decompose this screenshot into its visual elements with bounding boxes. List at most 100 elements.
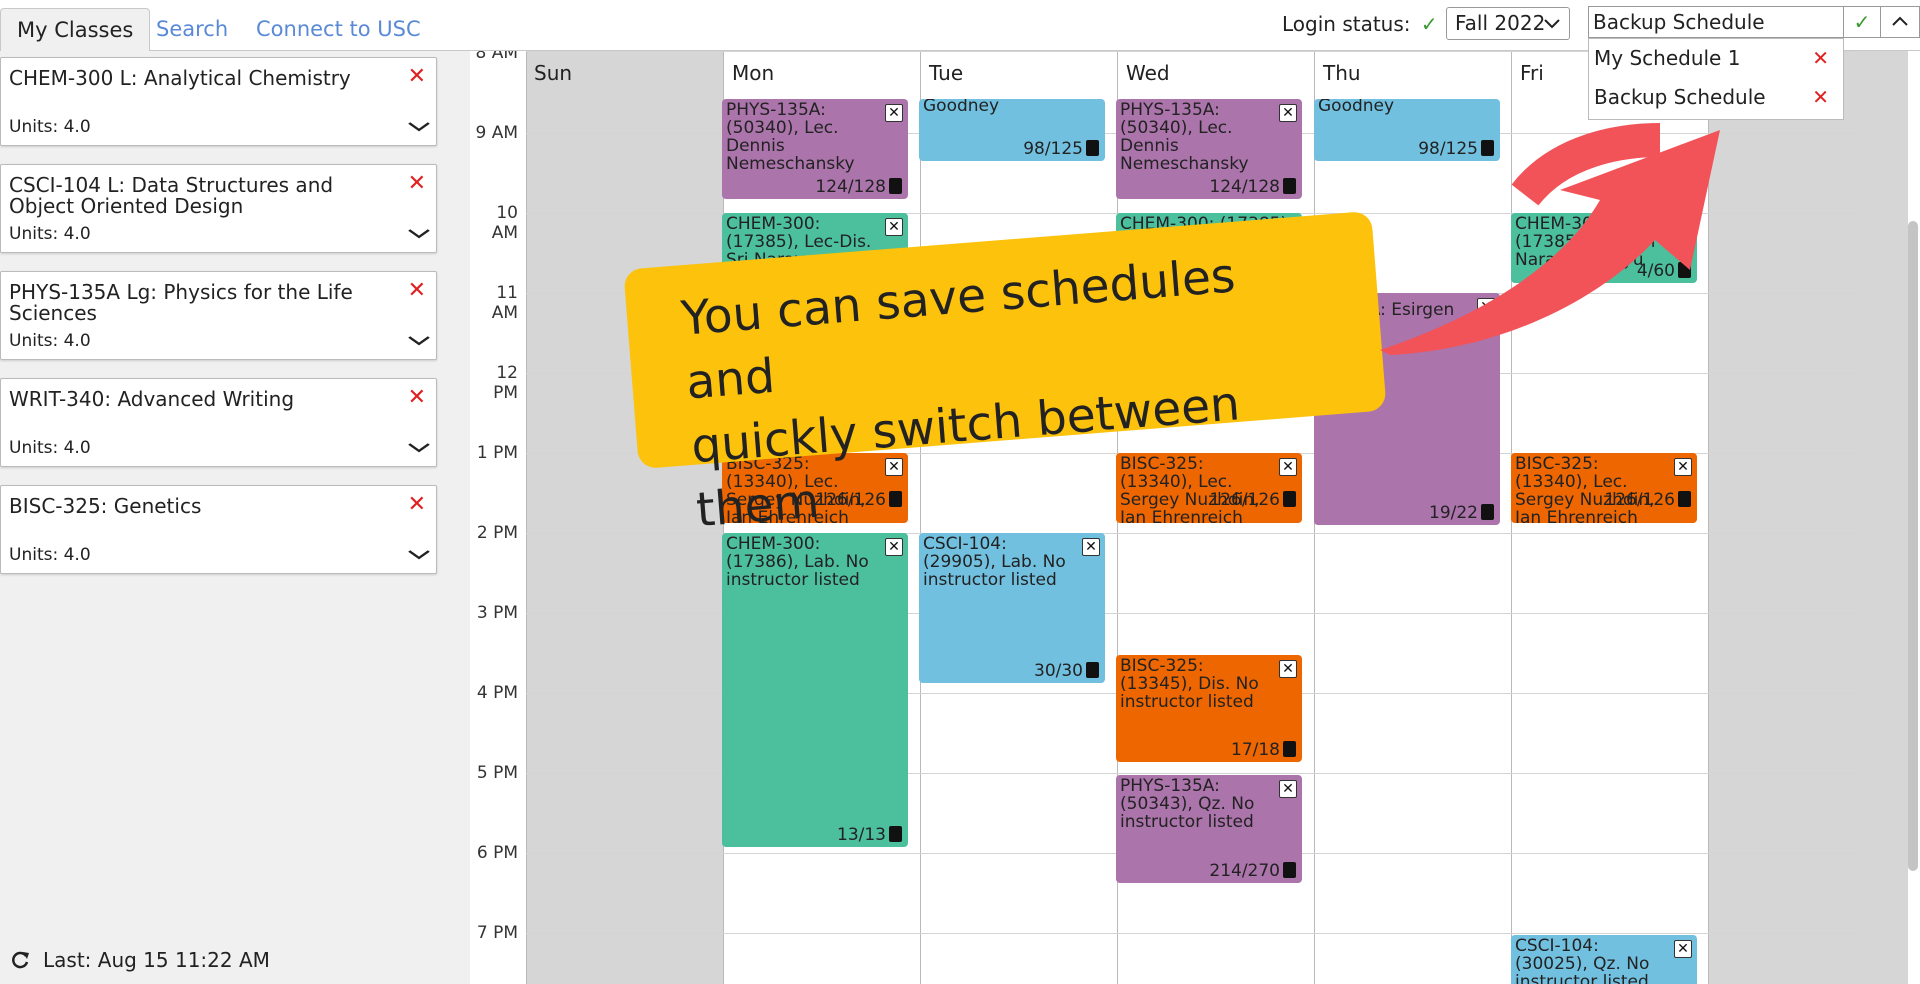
event-block[interactable]: PHYS-135A: (50340), Lec. Dennis Nemescha… bbox=[1116, 99, 1302, 199]
seat-count: 98/125 bbox=[1023, 140, 1099, 158]
last-sync-text: Last: Aug 15 11:22 AM bbox=[43, 948, 270, 972]
schedule-option-label: Backup Schedule bbox=[1594, 85, 1766, 109]
clipboard-check-icon bbox=[1283, 741, 1296, 757]
class-units: Units: 4.0 bbox=[9, 331, 91, 351]
chevron-down-icon[interactable] bbox=[408, 116, 430, 141]
hour-label: 3 PM bbox=[476, 603, 518, 623]
close-icon[interactable]: ✕ bbox=[1279, 104, 1297, 122]
close-icon[interactable]: ✕ bbox=[885, 218, 903, 236]
checkmark-icon[interactable]: ✓ bbox=[1844, 6, 1881, 38]
event-text: CSCI-104: (30025), Qz. No instructor lis… bbox=[1515, 936, 1650, 984]
close-icon[interactable]: ✕ bbox=[885, 104, 903, 122]
close-icon[interactable]: ✕ bbox=[408, 64, 426, 89]
close-icon[interactable]: ✕ bbox=[408, 492, 426, 517]
seat-count: 19/22 bbox=[1429, 504, 1494, 522]
hour-label: 8 AM bbox=[475, 51, 518, 63]
event-text: CHEM-300: (17386), Lab. No instructor li… bbox=[726, 534, 869, 590]
class-list-panel: CHEM-300 L: Analytical Chemistry ✕ Units… bbox=[0, 51, 470, 984]
checkmark-icon: ✓ bbox=[1420, 12, 1438, 36]
event-text: PHYS-135A: (50340), Lec. Dennis Nemescha… bbox=[1120, 100, 1249, 174]
chevron-down-icon[interactable] bbox=[408, 544, 430, 569]
seat-count: 30/30 bbox=[1034, 662, 1099, 680]
hour-label: 7 PM bbox=[476, 923, 518, 943]
seat-count: 98/125 bbox=[1418, 140, 1494, 158]
login-status-label: Login status: bbox=[1282, 12, 1411, 36]
clipboard-check-icon bbox=[1086, 140, 1099, 156]
schedule-option-label: My Schedule 1 bbox=[1594, 46, 1741, 70]
close-icon[interactable]: ✕ bbox=[408, 171, 426, 196]
clipboard-check-icon bbox=[1481, 140, 1494, 156]
schedule-option[interactable]: Backup Schedule ✕ bbox=[1589, 78, 1843, 117]
close-icon[interactable]: ✕ bbox=[408, 385, 426, 410]
class-title: WRIT-340: Advanced Writing bbox=[9, 387, 295, 411]
close-icon[interactable]: ✕ bbox=[1279, 780, 1297, 798]
hour-label: 5 PM bbox=[476, 763, 518, 783]
event-text: Goodney bbox=[1318, 99, 1395, 116]
tab-my-classes[interactable]: My Classes bbox=[0, 8, 151, 52]
refresh-icon[interactable] bbox=[10, 948, 37, 973]
close-icon[interactable]: ✕ bbox=[408, 278, 426, 303]
clipboard-check-icon bbox=[1283, 178, 1296, 194]
close-icon[interactable]: ✕ bbox=[1082, 538, 1100, 556]
class-title: BISC-325: Genetics bbox=[9, 494, 202, 518]
schedule-option[interactable]: My Schedule 1 ✕ bbox=[1589, 39, 1843, 78]
schedule-name-input[interactable]: Backup Schedule bbox=[1588, 6, 1844, 38]
class-card[interactable]: BISC-325: Genetics ✕ Units: 4.0 bbox=[0, 485, 437, 574]
last-sync: Last: Aug 15 11:22 AM bbox=[10, 948, 270, 973]
class-title: CHEM-300 L: Analytical Chemistry bbox=[9, 66, 351, 90]
login-status: Login status: ✓ bbox=[1282, 9, 1438, 39]
day-header-tue: Tue bbox=[929, 61, 964, 85]
close-icon[interactable]: ✕ bbox=[1812, 78, 1829, 117]
seat-count: 124/128 bbox=[815, 178, 902, 196]
close-icon[interactable]: ✕ bbox=[885, 538, 903, 556]
event-block[interactable]: CHEM-300: (17385), Lec. Sri Narayan, Ink… bbox=[1511, 213, 1697, 283]
day-header-fri: Fri bbox=[1520, 61, 1544, 85]
hour-label: 12 PM bbox=[493, 363, 518, 403]
event-text: CSCI-104: (29905), Lab. No instructor li… bbox=[923, 534, 1066, 590]
close-icon[interactable]: ✕ bbox=[1674, 940, 1692, 958]
event-block[interactable]: CSCI-104: (29905), Lab. No instructor li… bbox=[919, 533, 1105, 683]
day-header-thu: Thu bbox=[1323, 61, 1361, 85]
class-card[interactable]: CSCI-104 L: Data Structures and Object O… bbox=[0, 164, 437, 253]
class-units: Units: 4.0 bbox=[9, 117, 91, 137]
chevron-down-icon[interactable] bbox=[408, 330, 430, 355]
close-icon[interactable]: ✕ bbox=[1477, 298, 1495, 316]
hour-label: 1 PM bbox=[476, 443, 518, 463]
close-icon[interactable]: ✕ bbox=[1279, 660, 1297, 678]
event-block[interactable]: CSCI-104: (30025), Qz. No instructor lis… bbox=[1511, 935, 1697, 984]
term-select[interactable]: Fall 2022 bbox=[1446, 7, 1570, 40]
close-icon[interactable]: ✕ bbox=[1674, 458, 1692, 476]
clipboard-check-icon bbox=[1678, 491, 1691, 507]
class-card[interactable]: CHEM-300 L: Analytical Chemistry ✕ Units… bbox=[0, 57, 437, 146]
hour-label: 2 PM bbox=[476, 523, 518, 543]
chevron-down-icon[interactable] bbox=[408, 223, 430, 248]
close-icon[interactable]: ✕ bbox=[1812, 39, 1829, 78]
event-block[interactable]: PHYS-135A: (50340), Lec. Dennis Nemescha… bbox=[722, 99, 908, 199]
class-title: CSCI-104 L: Data Structures and Object O… bbox=[9, 173, 334, 218]
clipboard-check-icon bbox=[1481, 504, 1494, 520]
class-units: Units: 4.0 bbox=[9, 224, 91, 244]
event-text: Goodney bbox=[923, 99, 1000, 116]
hour-line bbox=[526, 933, 1856, 934]
vertical-scrollbar[interactable] bbox=[1908, 221, 1918, 871]
event-block[interactable]: PHYS-135A: (50343), Qz. No instructor li… bbox=[1116, 775, 1302, 883]
class-card[interactable]: WRIT-340: Advanced Writing ✕ Units: 4.0 bbox=[0, 378, 437, 467]
event-block[interactable]: BISC-325: (13340), Lec. Sergey Nuzhdin, … bbox=[1511, 453, 1697, 523]
clipboard-check-icon bbox=[1086, 662, 1099, 678]
chevron-up-icon[interactable] bbox=[1881, 6, 1920, 38]
schedule-dropdown: My Schedule 1 ✕ Backup Schedule ✕ bbox=[1588, 38, 1844, 120]
tab-connect-to-usc[interactable]: Connect to USC bbox=[240, 8, 437, 51]
event-block[interactable]: CHEM-300: (17386), Lab. No instructor li… bbox=[722, 533, 908, 847]
chevron-down-icon[interactable] bbox=[408, 437, 430, 462]
callout-text: You can save schedules and quickly switc… bbox=[679, 237, 1347, 543]
tab-search[interactable]: Search bbox=[140, 8, 244, 51]
event-block[interactable]: Goodney 98/125 bbox=[1314, 99, 1500, 161]
class-card[interactable]: PHYS-135A Lg: Physics for the Life Scien… bbox=[0, 271, 437, 360]
hour-label: 10 AM bbox=[491, 203, 518, 243]
event-block[interactable]: BISC-325: (13345), Dis. No instructor li… bbox=[1116, 655, 1302, 762]
day-column-sat bbox=[1708, 51, 1908, 984]
event-block[interactable]: Goodney 98/125 bbox=[919, 99, 1105, 161]
chevron-down-icon bbox=[1543, 8, 1561, 49]
class-units: Units: 4.0 bbox=[9, 438, 91, 458]
class-title: PHYS-135A Lg: Physics for the Life Scien… bbox=[9, 280, 353, 325]
